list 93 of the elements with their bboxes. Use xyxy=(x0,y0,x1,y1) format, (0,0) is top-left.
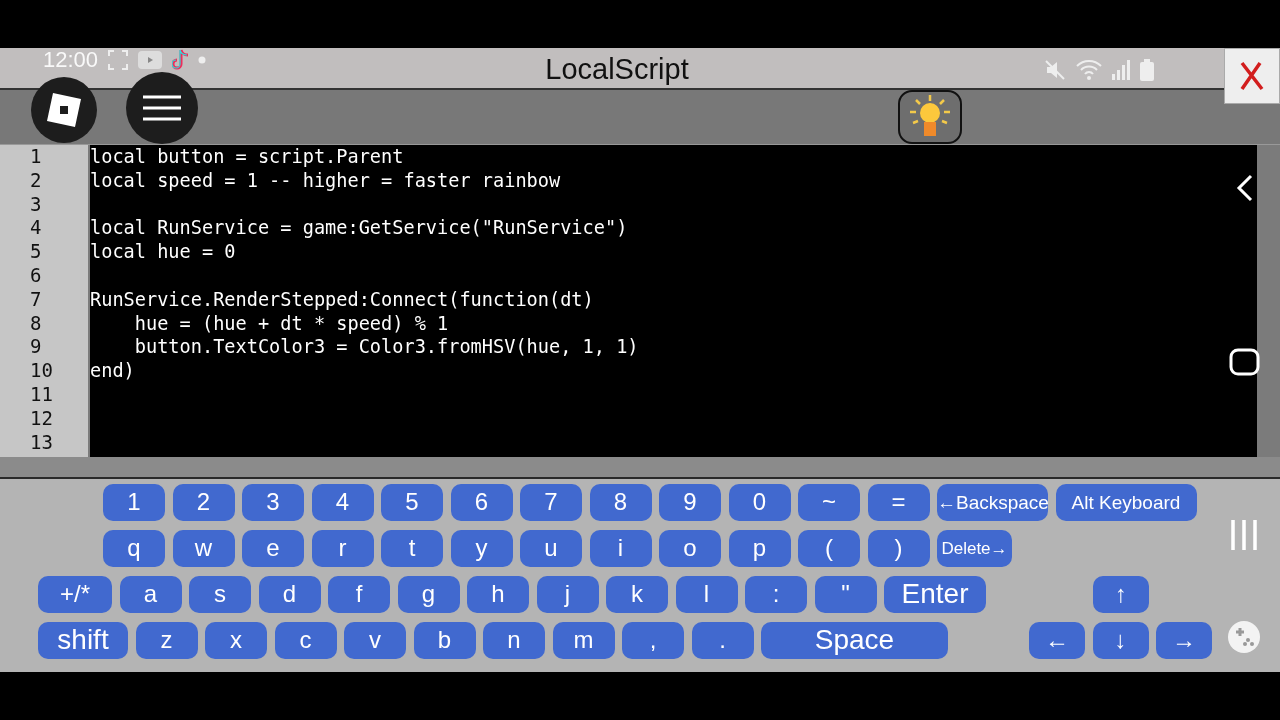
keyboard-key[interactable]: 9 xyxy=(659,484,721,521)
keyboard-key[interactable]: v xyxy=(344,622,406,659)
arrow-key[interactable]: ↑ xyxy=(1093,576,1149,613)
signal-icon xyxy=(1112,59,1130,80)
line-number: 6 xyxy=(30,264,42,286)
keyboard-key[interactable]: 7 xyxy=(520,484,582,521)
keyboard-key[interactable]: t xyxy=(381,530,443,567)
line-number: 5 xyxy=(30,240,42,263)
keyboard-key[interactable]: e xyxy=(242,530,304,567)
keyboard-key[interactable]: b xyxy=(413,622,476,659)
keyboard-key[interactable]: 5 xyxy=(381,484,443,521)
music-note-icon xyxy=(172,49,189,72)
screenshot-icon xyxy=(108,50,129,71)
keyboard-key[interactable]: f xyxy=(328,576,390,613)
keyboard-key[interactable]: r xyxy=(311,530,374,567)
line-number: 9 xyxy=(30,335,42,358)
keyboard-key[interactable]: 1 xyxy=(103,484,165,521)
keyboard-key[interactable]: h xyxy=(467,576,529,613)
keyboard-key[interactable]: w xyxy=(172,530,235,567)
square-icon[interactable] xyxy=(1229,348,1260,376)
window-title: LocalScript xyxy=(545,52,689,87)
keyboard-key[interactable]: 6 xyxy=(450,484,513,521)
gamepad-icon[interactable] xyxy=(1228,621,1260,653)
keyboard-key[interactable]: shift xyxy=(38,622,128,659)
chevron-left-icon[interactable] xyxy=(1236,174,1254,202)
keyboard-key[interactable]: d xyxy=(258,576,321,613)
code-line: local hue = 0 xyxy=(90,241,236,263)
line-number: 13 xyxy=(30,430,53,453)
code-line: end) xyxy=(90,360,135,382)
menu-icon xyxy=(143,95,181,121)
line-number: 12 xyxy=(30,406,53,429)
close-button[interactable] xyxy=(1224,48,1280,104)
code-line: local speed = 1 -- higher = faster rainbow xyxy=(90,169,561,191)
keyboard-key[interactable]: z xyxy=(135,622,198,659)
keyboard-key[interactable]: 0 xyxy=(728,484,791,521)
keyboard-key[interactable]: " xyxy=(814,576,877,613)
arrow-key[interactable]: ← xyxy=(1029,622,1085,659)
keyboard-key[interactable]: g xyxy=(397,576,460,613)
keyboard-key[interactable]: Alt Keyboard xyxy=(1055,484,1197,521)
keyboard-key[interactable]: 3 xyxy=(242,484,304,521)
line-number: 11 xyxy=(30,382,53,405)
keyboard-key[interactable]: 2 xyxy=(172,484,235,521)
code-line: hue = (hue + dt * speed) % 1 xyxy=(133,312,449,334)
keyboard-key[interactable]: : xyxy=(745,576,807,613)
line-number: 7 xyxy=(30,287,42,310)
keyboard-key[interactable]: j xyxy=(536,576,599,613)
keyboard-key[interactable]: . xyxy=(691,622,754,659)
keyboard-key[interactable]: ( xyxy=(798,530,860,567)
line-number: 3 xyxy=(30,192,42,215)
keyboard-key[interactable]: +/* xyxy=(38,576,112,613)
line-number: 8 xyxy=(30,311,42,334)
status-time: 12:00 xyxy=(43,48,99,73)
code-line: button.TextColor3 = Color3.fromHSV(hue, 1, 1) xyxy=(133,336,639,358)
keyboard-key[interactable]: , xyxy=(622,622,684,659)
keyboard-key[interactable]: p xyxy=(728,530,791,567)
keyboard-key[interactable]: a xyxy=(119,576,182,613)
keyboard-key[interactable]: s xyxy=(189,576,251,613)
line-number: 10 xyxy=(30,359,53,382)
keyboard-key[interactable]: ~ xyxy=(798,484,860,521)
code-line: RunService.RenderStepped:Connect(function(dt) xyxy=(90,288,594,310)
keyboard-key[interactable]: q xyxy=(103,530,165,567)
keyboard-key[interactable]: Delete→ xyxy=(937,530,1012,567)
keyboard-key[interactable]: 8 xyxy=(589,484,652,521)
dot-icon xyxy=(198,56,207,65)
keyboard-key[interactable]: Space xyxy=(761,622,948,659)
keyboard-key[interactable]: m xyxy=(552,622,615,659)
keyboard-key[interactable]: ←Backspace xyxy=(937,484,1048,521)
keyboard-key[interactable]: c xyxy=(274,622,337,659)
keyboard-key[interactable]: i xyxy=(589,530,652,567)
keyboard-key[interactable]: x xyxy=(205,622,267,659)
keyboard-key[interactable]: l xyxy=(675,576,738,613)
line-number: 4 xyxy=(30,216,42,239)
wifi-icon xyxy=(1076,58,1102,81)
code-line: local button = script.Parent xyxy=(90,146,404,167)
video-icon xyxy=(138,51,163,70)
keyboard-key[interactable]: ) xyxy=(867,530,930,567)
keyboard-key[interactable]: n xyxy=(483,622,545,659)
close-icon xyxy=(1240,61,1264,91)
battery-icon xyxy=(1140,58,1154,81)
arrow-key[interactable]: ↓ xyxy=(1092,622,1149,659)
line-number: 2 xyxy=(30,168,42,191)
keyboard-key[interactable]: k xyxy=(606,576,668,613)
mute-icon xyxy=(1044,58,1066,81)
code-line: local RunService = game:GetService("RunService") xyxy=(90,217,628,239)
lightbulb-button[interactable] xyxy=(898,90,962,144)
keyboard-key[interactable]: y xyxy=(450,530,513,567)
line-number: 1 xyxy=(30,145,42,167)
keyboard-key[interactable]: = xyxy=(867,484,930,521)
keyboard-key[interactable]: u xyxy=(520,530,582,567)
keyboard-key[interactable]: o xyxy=(659,530,721,567)
arrow-key[interactable]: → xyxy=(1156,622,1212,659)
keyboard-key[interactable]: Enter xyxy=(884,576,986,613)
keyboard-key[interactable]: 4 xyxy=(311,484,374,521)
